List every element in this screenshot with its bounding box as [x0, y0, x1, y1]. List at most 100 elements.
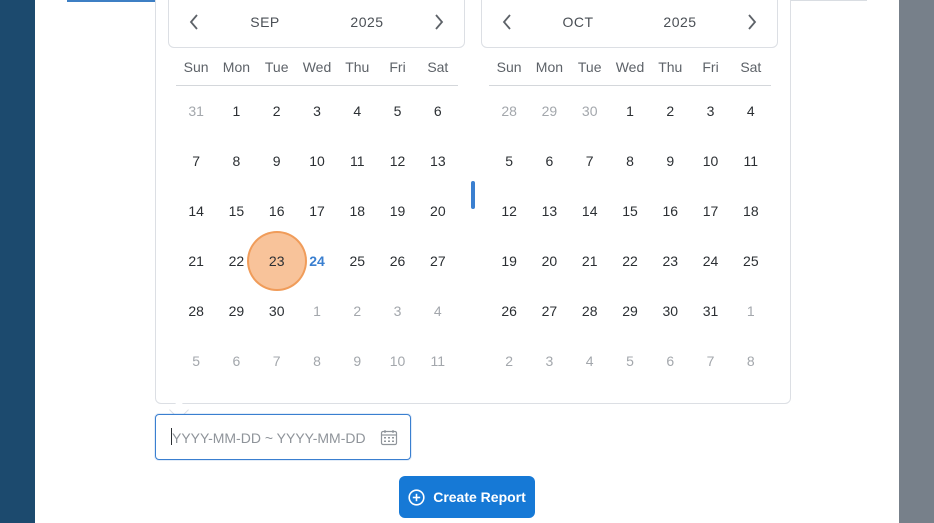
- day-cell[interactable]: 27: [418, 236, 458, 286]
- day-cell[interactable]: 5: [176, 336, 216, 386]
- month-label[interactable]: SEP: [240, 14, 290, 30]
- day-cell[interactable]: 9: [650, 136, 690, 186]
- day-cell[interactable]: 3: [377, 286, 417, 336]
- day-cell[interactable]: 28: [489, 86, 529, 136]
- day-cell[interactable]: 20: [418, 186, 458, 236]
- day-cell[interactable]: 11: [337, 136, 377, 186]
- day-cell[interactable]: 2: [257, 86, 297, 136]
- day-cell[interactable]: 27: [529, 286, 569, 336]
- day-cell[interactable]: 29: [610, 286, 650, 336]
- year-label[interactable]: 2025: [658, 14, 702, 30]
- day-cell[interactable]: 4: [337, 86, 377, 136]
- day-cell[interactable]: 18: [731, 186, 771, 236]
- day-cell[interactable]: 14: [176, 186, 216, 236]
- day-cell[interactable]: 17: [297, 186, 337, 236]
- day-cell[interactable]: 11: [731, 136, 771, 186]
- day-cell[interactable]: 13: [529, 186, 569, 236]
- day-cell[interactable]: 1: [216, 86, 256, 136]
- day-cell[interactable]: 30: [650, 286, 690, 336]
- day-cell[interactable]: 6: [650, 336, 690, 386]
- day-cell[interactable]: 2: [650, 86, 690, 136]
- month-label[interactable]: OCT: [553, 14, 603, 30]
- day-cell[interactable]: 5: [610, 336, 650, 386]
- day-cell-today[interactable]: 24: [297, 236, 337, 286]
- day-cell[interactable]: 12: [377, 136, 417, 186]
- day-cell[interactable]: 31: [176, 86, 216, 136]
- day-cell[interactable]: 10: [690, 136, 730, 186]
- day-cell[interactable]: 12: [489, 186, 529, 236]
- day-cell[interactable]: 1: [731, 286, 771, 336]
- calendar-icon[interactable]: [380, 429, 398, 446]
- day-cell[interactable]: 7: [690, 336, 730, 386]
- day-cell[interactable]: 7: [570, 136, 610, 186]
- date-range-input[interactable]: [172, 427, 372, 449]
- day-cell[interactable]: 17: [690, 186, 730, 236]
- day-cell[interactable]: 18: [337, 186, 377, 236]
- day-cell[interactable]: 13: [418, 136, 458, 186]
- date-range-field[interactable]: [155, 414, 411, 460]
- day-number: 25: [349, 253, 366, 269]
- day-cell[interactable]: 2: [489, 336, 529, 386]
- calendar-header-sep: SEP 2025: [168, 0, 465, 48]
- day-cell[interactable]: 29: [529, 86, 569, 136]
- day-cell[interactable]: 3: [297, 86, 337, 136]
- day-cell[interactable]: 22: [610, 236, 650, 286]
- day-cell[interactable]: 3: [690, 86, 730, 136]
- day-cell[interactable]: 28: [176, 286, 216, 336]
- day-cell[interactable]: 8: [216, 136, 256, 186]
- day-cell[interactable]: 10: [377, 336, 417, 386]
- day-cell[interactable]: 29: [216, 286, 256, 336]
- day-cell[interactable]: 26: [489, 286, 529, 336]
- day-cell[interactable]: 24: [690, 236, 730, 286]
- day-cell[interactable]: 6: [529, 136, 569, 186]
- day-cell[interactable]: 5: [377, 86, 417, 136]
- day-cell[interactable]: 6: [216, 336, 256, 386]
- day-cell[interactable]: 11: [418, 336, 458, 386]
- day-cell[interactable]: 19: [489, 236, 529, 286]
- day-cell[interactable]: 8: [731, 336, 771, 386]
- day-cell[interactable]: 8: [297, 336, 337, 386]
- day-cell[interactable]: 21: [570, 236, 610, 286]
- day-cell[interactable]: 15: [216, 186, 256, 236]
- day-cell[interactable]: 8: [610, 136, 650, 186]
- year-label[interactable]: 2025: [345, 14, 389, 30]
- create-report-button[interactable]: Create Report: [399, 476, 535, 518]
- chevron-left-icon[interactable]: [183, 11, 205, 33]
- chevron-right-icon[interactable]: [741, 11, 763, 33]
- day-cell[interactable]: 30: [257, 286, 297, 336]
- day-cell[interactable]: 6: [418, 86, 458, 136]
- day-cell[interactable]: 7: [176, 136, 216, 186]
- day-cell[interactable]: 4: [418, 286, 458, 336]
- day-cell[interactable]: 26: [377, 236, 417, 286]
- day-cell[interactable]: 10: [297, 136, 337, 186]
- day-cell[interactable]: 21: [176, 236, 216, 286]
- day-cell[interactable]: 23: [650, 236, 690, 286]
- scroll-indicator[interactable]: [471, 181, 475, 209]
- day-cell[interactable]: 25: [731, 236, 771, 286]
- week-row: 26 27 28 29 30 31 1: [489, 286, 771, 336]
- day-cell[interactable]: 4: [731, 86, 771, 136]
- chevron-right-icon[interactable]: [428, 11, 450, 33]
- chevron-left-icon[interactable]: [496, 11, 518, 33]
- day-cell[interactable]: 3: [529, 336, 569, 386]
- day-cell[interactable]: 1: [610, 86, 650, 136]
- day-cell[interactable]: 9: [257, 136, 297, 186]
- day-cell[interactable]: 5: [489, 136, 529, 186]
- day-cell-hovered[interactable]: 23: [257, 236, 297, 286]
- day-cell[interactable]: 4: [570, 336, 610, 386]
- day-cell[interactable]: 28: [570, 286, 610, 336]
- day-cell[interactable]: 7: [257, 336, 297, 386]
- day-cell[interactable]: 31: [690, 286, 730, 336]
- day-cell[interactable]: 20: [529, 236, 569, 286]
- day-cell[interactable]: 16: [650, 186, 690, 236]
- day-cell[interactable]: 25: [337, 236, 377, 286]
- day-cell[interactable]: 15: [610, 186, 650, 236]
- day-cell[interactable]: 9: [337, 336, 377, 386]
- day-cell[interactable]: 14: [570, 186, 610, 236]
- day-cell[interactable]: 19: [377, 186, 417, 236]
- day-cell[interactable]: 30: [570, 86, 610, 136]
- day-number: 11: [430, 353, 446, 369]
- day-cell[interactable]: 2: [337, 286, 377, 336]
- day-cell[interactable]: 1: [297, 286, 337, 336]
- day-cell[interactable]: 16: [257, 186, 297, 236]
